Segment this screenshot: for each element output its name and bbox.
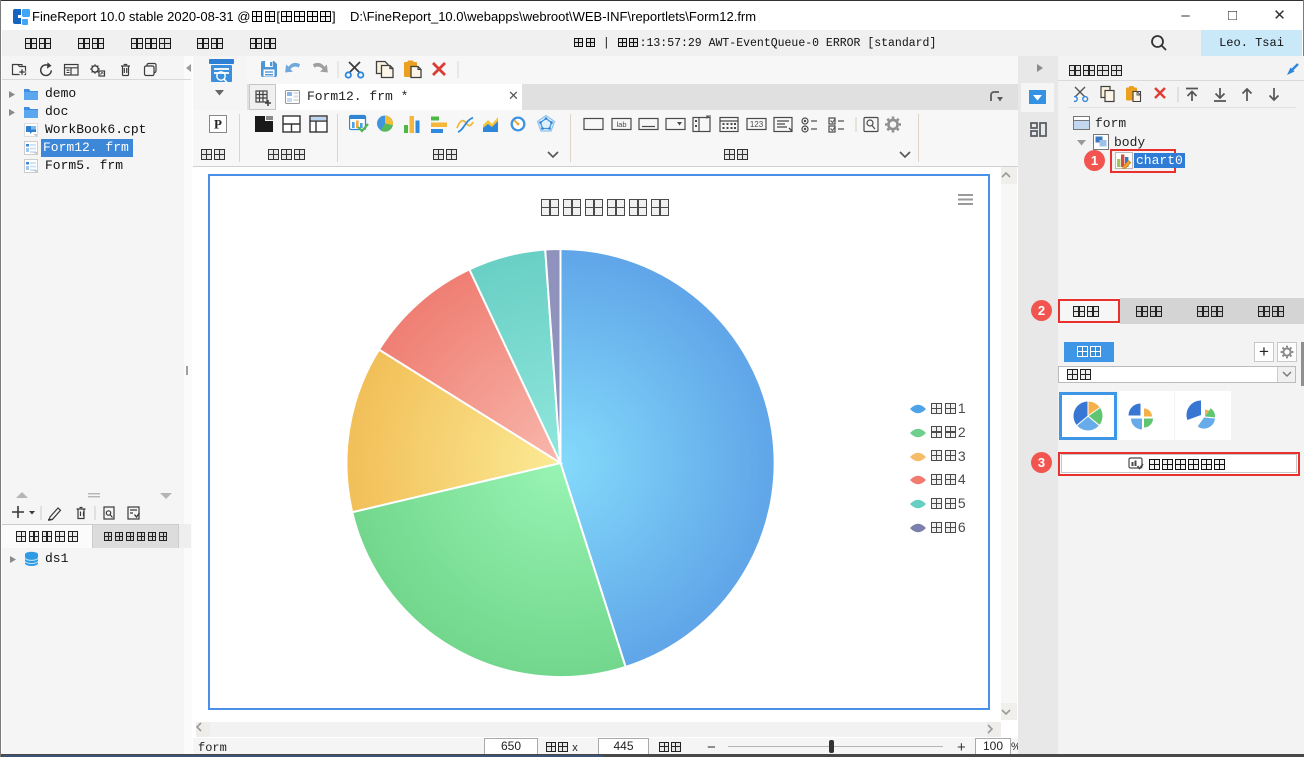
svg-text:123: 123 [750,120,764,129]
svg-text:P: P [214,117,222,132]
svg-text:lab: lab [616,120,626,129]
